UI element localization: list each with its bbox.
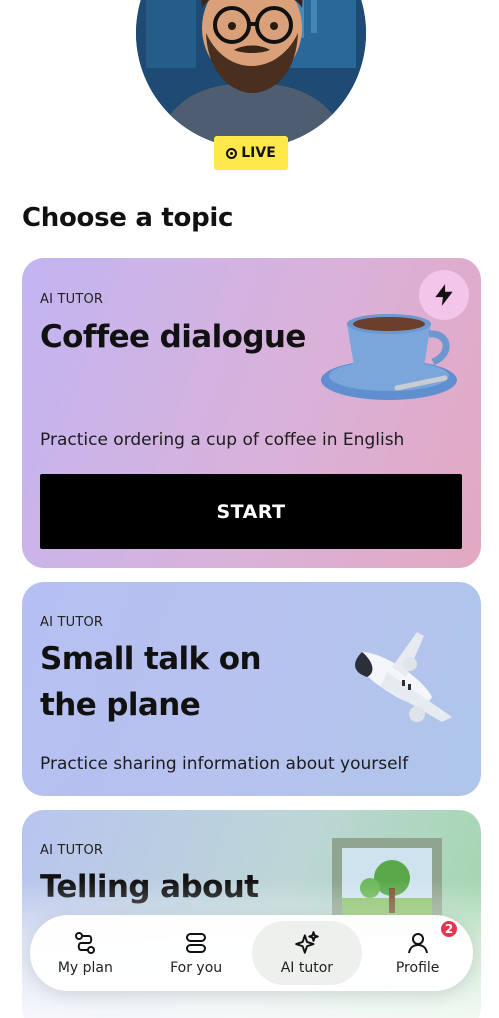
live-badge: LIVE	[214, 136, 288, 170]
nav-item-for-you[interactable]: For you	[141, 915, 252, 991]
person-icon	[405, 930, 431, 956]
card-kicker: AI TUTOR	[40, 615, 104, 630]
bolt-icon	[435, 284, 453, 306]
nav-item-ai-tutor[interactable]: AI tutor	[251, 921, 363, 985]
nav-label: AI tutor	[280, 960, 334, 976]
topic-card-plane[interactable]: AI TUTOR Small talk on the plane Practic…	[22, 582, 481, 796]
card-description: Practice sharing information about yours…	[40, 754, 409, 774]
section-title: Choose a topic	[22, 203, 234, 233]
card-description: Practice ordering a cup of coffee in Eng…	[40, 430, 405, 450]
topic-card-coffee[interactable]: AI TUTOR Coffee dialogue Practice orderi…	[22, 258, 481, 568]
nav-label: Profile	[395, 960, 440, 976]
coffee-cup-illustration	[321, 314, 457, 400]
live-dot-icon	[226, 147, 238, 159]
nav-label: My plan	[57, 960, 113, 976]
live-label: LIVE	[241, 145, 276, 161]
nav-label: For you	[170, 960, 223, 976]
airplane-illustration	[355, 632, 452, 722]
start-button[interactable]: START	[40, 474, 462, 549]
route-icon	[72, 930, 98, 956]
bottom-nav: My plan For you AI tutor Profile 2	[30, 915, 473, 991]
card-kicker: AI TUTOR	[40, 292, 104, 307]
card-title: Coffee dialogue	[40, 319, 306, 355]
cards-icon	[183, 930, 209, 956]
nav-item-profile[interactable]: Profile 2	[362, 915, 473, 991]
tutor-avatar	[136, 0, 366, 148]
notification-badge: 2	[439, 919, 459, 939]
sparkles-icon	[294, 930, 320, 956]
card-kicker: AI TUTOR	[40, 843, 104, 858]
nav-item-my-plan[interactable]: My plan	[30, 915, 141, 991]
card-title: Small talk on the plane	[40, 641, 262, 723]
